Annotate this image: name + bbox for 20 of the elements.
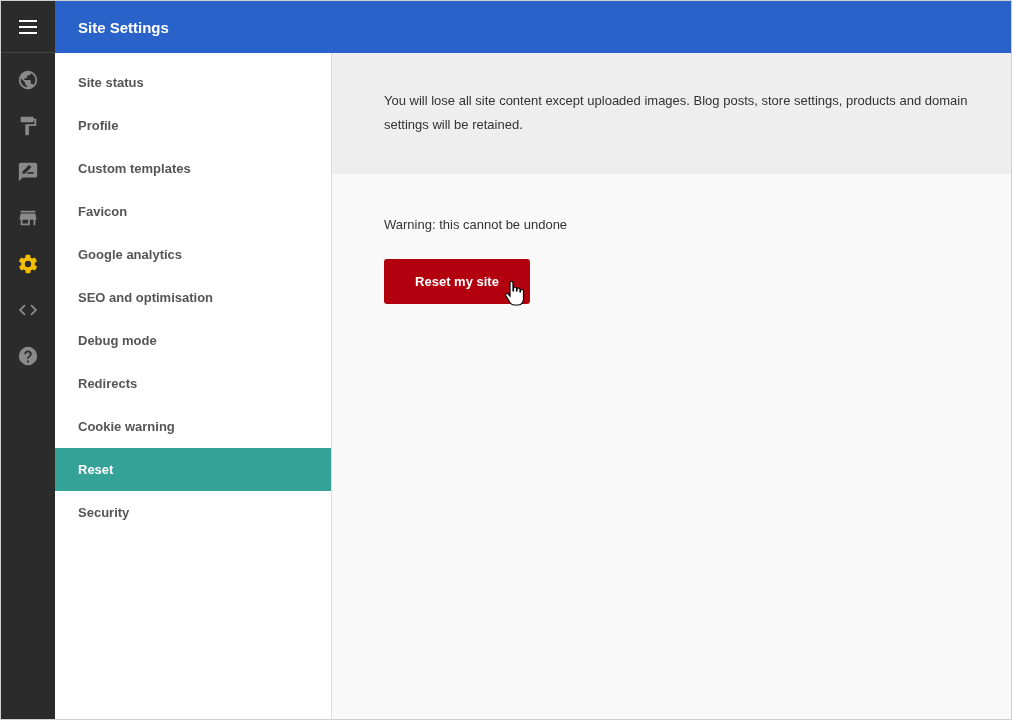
sidebar-item[interactable]: Redirects	[55, 362, 331, 405]
sidebar-item[interactable]: Site status	[55, 61, 331, 104]
help-icon[interactable]	[17, 345, 39, 367]
sidebar-item[interactable]: SEO and optimisation	[55, 276, 331, 319]
hand-cursor-icon	[504, 281, 526, 307]
reset-button[interactable]: Reset my site	[384, 259, 530, 304]
settings-icon[interactable]	[17, 253, 39, 275]
globe-icon[interactable]	[17, 69, 39, 91]
sidebar-item[interactable]: Security	[55, 491, 331, 534]
sidebar-item[interactable]: Google analytics	[55, 233, 331, 276]
sidebar-item[interactable]: Debug mode	[55, 319, 331, 362]
page-title: Site Settings	[78, 18, 169, 36]
menu-icon[interactable]	[19, 19, 37, 34]
warning-text: Warning: this cannot be undone	[384, 217, 568, 232]
sidebar-item[interactable]: Favicon	[55, 190, 331, 233]
notice-text: You will lose all site content except uploaded images. Blog posts, store settings, products and domain settings will be retained.	[384, 93, 968, 132]
sidebar-item[interactable]: Cookie warning	[55, 405, 331, 448]
sidebar-item[interactable]: Custom templates	[55, 147, 331, 190]
sidebar-item[interactable]: Profile	[55, 104, 331, 147]
comment-edit-icon[interactable]	[17, 161, 39, 183]
